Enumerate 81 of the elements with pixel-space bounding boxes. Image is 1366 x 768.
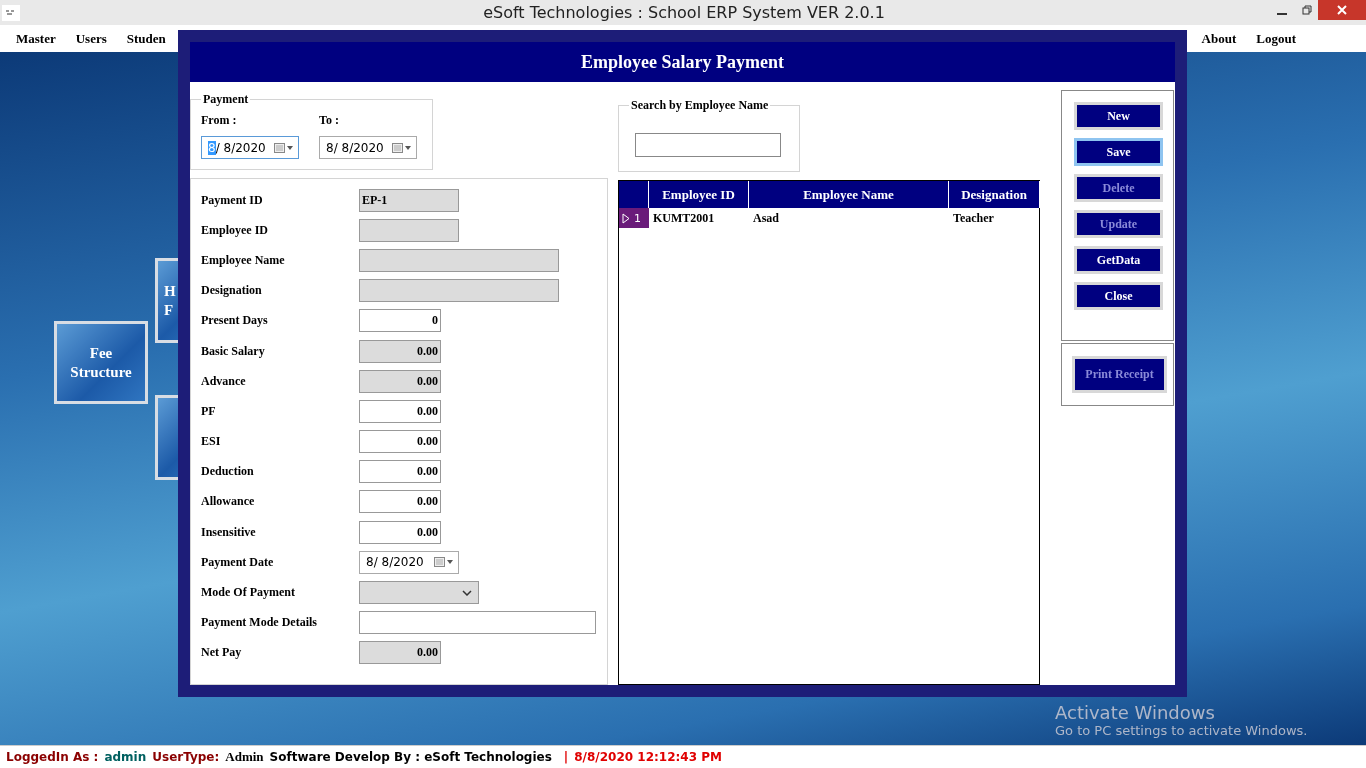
field-label: Payment Date [201,554,275,570]
status-value: Admin [225,749,264,765]
field-label: Deduction [201,464,255,480]
menu-item[interactable]: Master [6,30,66,47]
field-label: ESI [201,434,222,450]
input-field[interactable]: 0.00 [359,369,441,393]
field-label: From : [201,113,238,128]
menu-item[interactable]: About [1191,30,1247,47]
table-cell-text: Teacher [952,209,995,227]
column-header: Employee Name [749,181,949,208]
field-label: Insensitive [201,524,257,540]
field-label: PF [201,403,217,419]
action-button[interactable]: Close [1074,282,1163,310]
column-header: Employee ID [649,181,749,208]
group-legend: Payment [201,92,251,107]
input-field[interactable] [359,611,596,635]
input-field[interactable]: 0 [359,309,441,333]
menu-item[interactable]: Studen [116,30,176,47]
tile-label: H [163,281,176,301]
field-label: Employee Name [201,252,286,268]
input-field[interactable]: 0.00 [359,399,441,423]
dropdown[interactable] [359,581,479,605]
status-credit: Software Develop By : eSoft Technologies [269,750,552,764]
status-datetime: 8/8/2020 12:12:43 PM [574,750,722,764]
action-button[interactable]: New [1074,102,1163,130]
tile-label: Structure [70,362,132,382]
calendar-dropdown-icon[interactable] [274,141,294,154]
row-pointer-icon [622,212,630,224]
input-field[interactable]: 0.00 [359,339,441,363]
column-header: Designation [949,181,1040,208]
calendar-dropdown-icon[interactable] [392,141,412,154]
chevron-down-icon [462,589,472,596]
search-field[interactable] [635,133,781,157]
tile-label: Fee [89,343,113,363]
close-icon [1336,5,1348,15]
action-button[interactable]: Save [1074,138,1163,166]
app-icon [2,4,20,21]
input-field[interactable]: EP-1 [359,188,459,212]
window-title: eSoft Technologies : School ERP System VER 2.0.1 [482,3,886,22]
input-field[interactable]: 0.00 [359,430,441,454]
date-picker[interactable]: 8/ 8/2020 [319,136,417,159]
field-label: To : [319,113,340,128]
minimize-icon [1277,13,1287,15]
input-field[interactable]: 0.00 [359,641,441,665]
field-label: Payment ID [201,192,264,208]
calendar-dropdown-icon[interactable] [434,556,454,569]
menu-item[interactable]: Logout [1246,30,1306,47]
input-field[interactable] [359,279,559,303]
input-field[interactable]: 0.00 [359,520,441,544]
field-label: Advance [201,373,247,389]
row-header[interactable]: 1 [619,208,649,228]
field-label: Payment Mode Details [201,615,318,631]
input-field[interactable]: 0.00 [359,460,441,484]
activation-text: Go to PC settings to activate Windows. [1055,723,1308,738]
date-picker[interactable]: 8/ 8/2020 [359,550,459,574]
field-label: Employee ID [201,222,269,238]
menu-item[interactable]: Users [65,30,117,47]
field-label: Net Pay [201,645,243,661]
input-field[interactable] [359,218,459,242]
activation-title: Activate Windows [1055,702,1216,723]
status-separator: | [563,750,569,764]
dialog-header: Employee Salary Payment [190,42,1175,82]
field-label: Present Days [201,313,269,329]
menu-tile[interactable]: Fee Structure [54,321,148,404]
input-field[interactable]: 0.00 [359,490,441,514]
status-label: UserType: [152,750,220,764]
close-button[interactable] [1318,0,1366,20]
tile-label: F [163,300,174,320]
field-label: Basic Salary [201,343,266,359]
table-cell-text: KUMT2001 [652,209,716,227]
field-label: Mode Of Payment [201,585,296,601]
restore-icon [1302,5,1312,15]
date-picker[interactable]: 8/ 8/2020 [201,136,299,159]
input-field[interactable] [359,248,559,272]
status-value: admin [104,750,147,764]
field-label: Allowance [201,494,256,510]
status-label: LoggedIn As : [6,750,99,764]
table-cell-text: Asad [752,209,780,227]
group-legend: Search by Employee Name [629,98,771,113]
field-label: Designation [201,283,263,299]
action-button[interactable]: GetData [1074,246,1163,274]
